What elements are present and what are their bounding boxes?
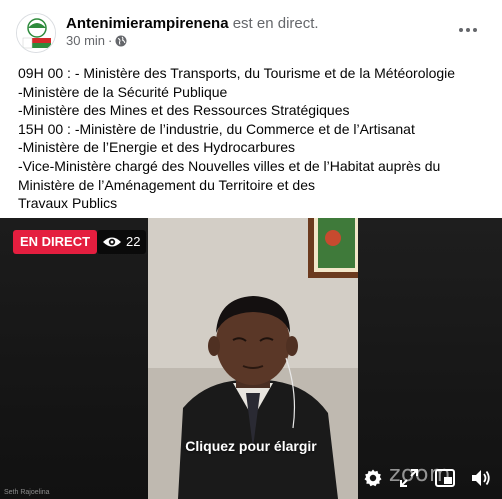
live-post-card: Antenimierampirenena est en direct. 30 m… — [0, 0, 502, 499]
speaker-icon[interactable] — [470, 467, 492, 489]
viewer-count: 22 — [126, 234, 141, 249]
post-timestamp[interactable]: 30 min — [66, 33, 105, 49]
globe-icon[interactable] — [115, 35, 127, 47]
assembly-logo — [17, 14, 55, 52]
video-frame — [148, 218, 358, 499]
page-avatar[interactable] — [16, 13, 56, 53]
more-dot-icon — [473, 28, 477, 32]
post-text-line: -Vice-Ministère chargé des Nouvelles vil… — [18, 157, 441, 174]
video-letterbox-left — [0, 218, 148, 499]
live-video-player[interactable]: EN DIRECT 22 zoom Cliquez pour élargir S… — [0, 218, 502, 499]
post-meta: 30 min · — [66, 33, 127, 49]
more-dot-icon — [459, 28, 463, 32]
post-text-line: 09H 00 : - Ministère des Transports, du … — [18, 65, 456, 81]
post-text-line: -Ministère de la Sécurité Publique — [18, 83, 228, 100]
post-text-line: -Ministère des Mines et des Ressources S… — [18, 102, 350, 119]
live-badge: EN DIRECT — [13, 230, 98, 254]
expand-icon[interactable] — [398, 467, 420, 489]
more-dot-icon — [466, 28, 470, 32]
picture-in-picture-icon[interactable] — [434, 467, 456, 489]
post-text-line: Travaux Publics — [18, 195, 118, 212]
video-letterbox-right — [358, 218, 502, 499]
meta-separator: · — [108, 33, 113, 48]
post-text-line: -Ministère de l’Energie et des Hydrocarb… — [18, 139, 296, 156]
post-text-line: Ministère de l’Aménagement du Territoire… — [18, 176, 316, 193]
video-controls — [362, 467, 492, 489]
gear-icon[interactable] — [362, 467, 384, 489]
expand-hint: Cliquez pour élargir — [185, 438, 317, 454]
participant-caption: Seth Rajoelina — [4, 489, 50, 496]
eye-icon — [103, 237, 121, 247]
viewer-count-badge: 22 — [97, 230, 147, 254]
more-options-button[interactable] — [454, 20, 482, 40]
author-name-link[interactable]: Antenimierampirenena — [66, 15, 229, 32]
post-text-line: 15H 00 : -Ministère de l’industrie, du C… — [18, 120, 415, 137]
author-line: Antenimierampirenena est en direct. — [66, 14, 319, 33]
speaker-scene — [148, 218, 358, 499]
post-text: 09H 00 : - Ministère des Transports, du … — [18, 64, 488, 213]
live-status-text: est en direct. — [232, 15, 319, 32]
